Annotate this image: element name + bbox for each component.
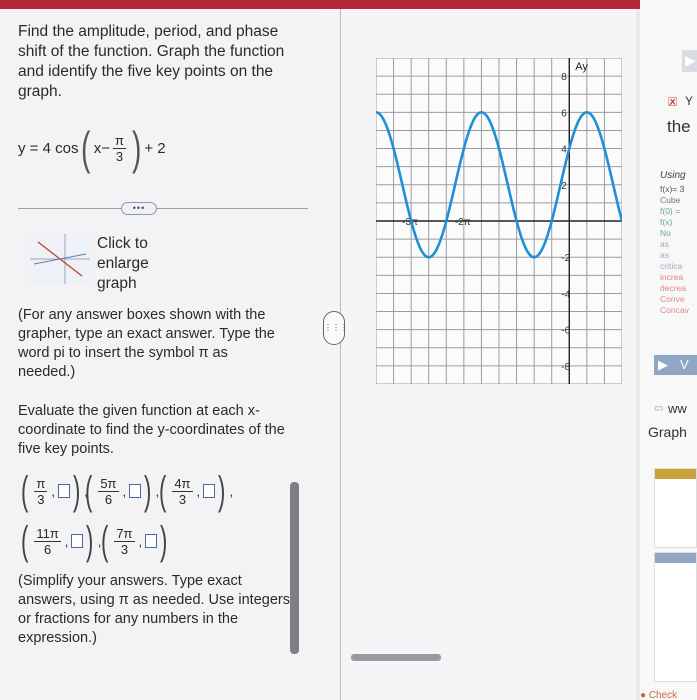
phase-denominator: 3 [115, 148, 124, 164]
y-tick-label: -2 [561, 253, 570, 264]
x-tick-label: -2π [455, 217, 471, 228]
panel-resize-handle[interactable]: ⋮⋮⋮ [323, 311, 348, 345]
right-note-line: f(0) = [660, 206, 681, 216]
answer-note: (For any answer boxes shown with the gra… [18, 307, 275, 380]
play-icon: ▶ [685, 52, 696, 68]
check-link[interactable]: ● Check [640, 690, 677, 700]
thumbnail-card-1[interactable] [654, 468, 697, 548]
y-axis-label: Ay [575, 61, 588, 73]
section-divider [18, 208, 308, 209]
equation-lhs: y = 4 cos [18, 139, 79, 157]
right-note-line: decrea [660, 283, 686, 293]
v-label: V [680, 357, 689, 372]
vertical-scrollbar[interactable] [290, 482, 299, 654]
horizontal-scrollbar[interactable] [351, 654, 441, 661]
y-tick-label: 4 [561, 145, 567, 156]
function-equation: y = 4 cos ( x − π 3 ) + 2 [18, 122, 166, 174]
panel-divider [340, 9, 341, 700]
equation-minus: − [101, 139, 111, 157]
v-button[interactable]: ▶ V [654, 355, 697, 375]
answer-box-1[interactable] [57, 484, 70, 498]
y-tick-label: -4 [561, 289, 570, 300]
right-paren: ) [132, 122, 142, 174]
right-note-line: as [660, 239, 669, 249]
thumbnail-card-2[interactable] [654, 552, 697, 682]
equation-x: x [93, 139, 102, 157]
graph-thumbnail[interactable] [30, 234, 90, 284]
right-note-line: No [660, 228, 671, 238]
right-note-line: Conve [660, 294, 685, 304]
answer-box-2[interactable] [129, 484, 142, 498]
right-note-line: Cube [660, 195, 681, 205]
play-icon-2: ▶ [658, 357, 668, 372]
phase-numerator: π [113, 132, 127, 149]
simplify-instructions: (Simplify your answers. Type exact answe… [18, 573, 290, 646]
question-prompt: Find the amplitude, period, and phase sh… [18, 23, 285, 100]
evaluate-instructions: Evaluate the given function at each x-co… [18, 403, 285, 457]
flag-icon: 🗷 [668, 95, 678, 109]
enlarge-graph-link[interactable]: Click to enlarge graph [97, 234, 177, 294]
equation-plus: + 2 [144, 139, 166, 157]
right-side-panel: ▶ 🗷 Y the Using f(x)= 3 Cube f(0) = f(x) No a… [640, 0, 697, 700]
key-point-1: ( π3 , ), [20, 469, 88, 513]
right-note-line: Concav [660, 305, 689, 315]
ww-label: ww [668, 401, 687, 416]
answer-box-5[interactable] [145, 534, 158, 548]
function-graph[interactable]: 8642-2-4-6-8Ay-3π -2π [376, 58, 622, 384]
more-options-button[interactable]: ••• [121, 202, 157, 215]
y-tick-label: -8 [561, 362, 570, 373]
graph-label: Graph [648, 424, 687, 440]
right-note-line: f(x)= 3 [660, 184, 685, 194]
right-note-line: critica [660, 261, 683, 271]
answer-box-4[interactable] [71, 534, 84, 548]
using-label: Using [660, 170, 686, 181]
next-arrow-button[interactable]: ▶ [682, 50, 697, 72]
answer-box-3[interactable] [203, 484, 216, 498]
right-note-line: as [660, 250, 669, 260]
left-paren: ( [81, 122, 91, 174]
link-icon: ▭ [654, 403, 664, 414]
y-tick-label: -6 [561, 326, 570, 337]
key-point-4: ( 11π 6 , ), [20, 519, 102, 563]
key-point-2: ( 5π 6 , ), [84, 469, 160, 513]
right-note-line: f(x) [660, 217, 673, 227]
right-note-line: increa [660, 272, 684, 282]
top-accent-bar [0, 0, 640, 9]
key-point-5: ( 7π 3 , ) [100, 519, 168, 563]
key-point-3: ( 4π 3 , ), [158, 469, 234, 513]
y-tick-label: 8 [561, 72, 567, 83]
the-label: the [667, 117, 691, 136]
flag-label: Y [685, 94, 694, 108]
y-tick-label: 6 [561, 108, 567, 119]
phase-fraction: π 3 [113, 132, 127, 164]
